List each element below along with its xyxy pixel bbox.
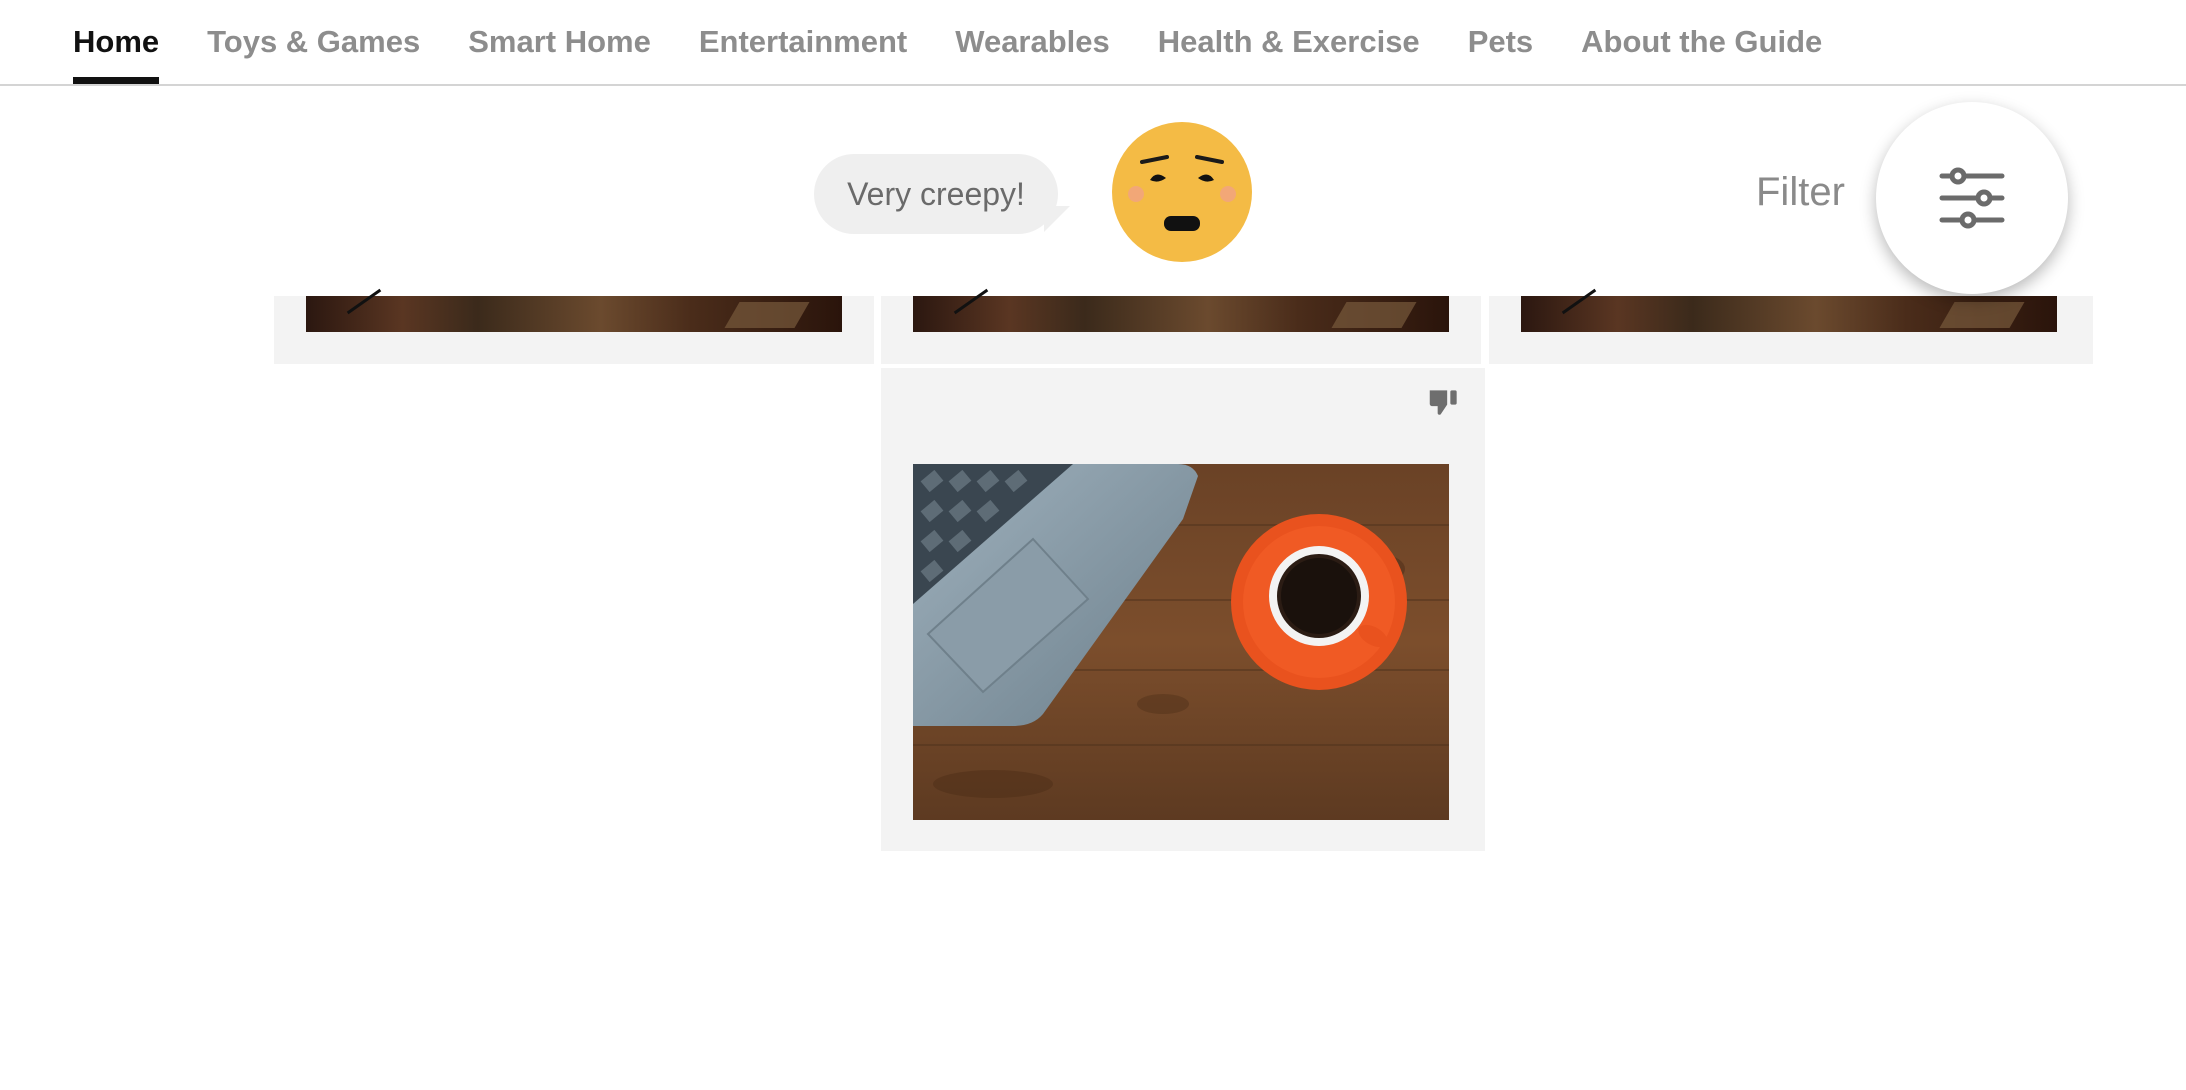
nav-tab-wearables[interactable]: Wearables <box>955 0 1110 84</box>
product-image <box>913 296 1449 332</box>
thumbs-down-icon[interactable] <box>1425 384 1463 422</box>
nav-tab-pets[interactable]: Pets <box>1468 0 1533 84</box>
product-card[interactable] <box>1489 296 2093 364</box>
sliders-icon <box>1939 167 2005 229</box>
nav-tab-health-exercise[interactable]: Health & Exercise <box>1158 0 1420 84</box>
product-card[interactable] <box>881 296 1481 364</box>
top-navigation: Home Toys & Games Smart Home Entertainme… <box>0 0 2186 86</box>
filter-label[interactable]: Filter <box>1756 170 1845 215</box>
reaction-speech-bubble: Very creepy! <box>814 154 1058 234</box>
product-image <box>306 296 842 332</box>
speech-bubble-tail <box>1044 206 1070 232</box>
nav-tab-home[interactable]: Home <box>73 0 160 84</box>
nav-tab-about-the-guide[interactable]: About the Guide <box>1581 0 1822 84</box>
filter-button[interactable] <box>1876 102 2068 294</box>
product-image <box>1521 296 2057 332</box>
anxious-face-icon <box>1112 122 1252 262</box>
nav-tab-smart-home[interactable]: Smart Home <box>468 0 651 84</box>
nav-tab-entertainment[interactable]: Entertainment <box>699 0 907 84</box>
nav-list: Home Toys & Games Smart Home Entertainme… <box>73 0 1870 84</box>
product-photo-laptop-coffee <box>913 464 1449 820</box>
product-card-featured[interactable] <box>881 368 1485 851</box>
product-card[interactable] <box>274 296 874 364</box>
nav-tab-toys-games[interactable]: Toys & Games <box>207 0 420 84</box>
